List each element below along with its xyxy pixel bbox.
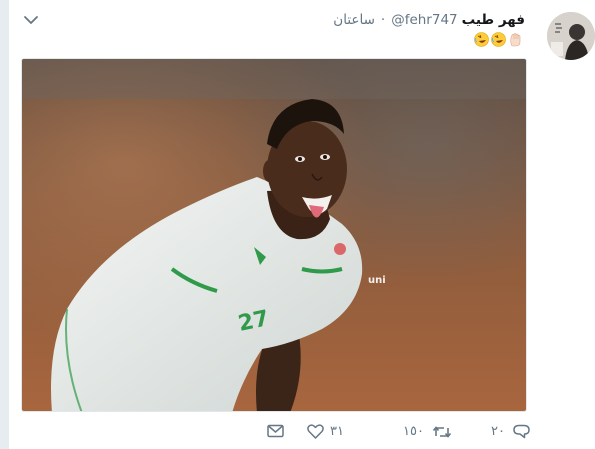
reply-icon xyxy=(513,424,530,439)
tweet-photo[interactable]: 27 uni xyxy=(21,58,527,412)
heart-icon xyxy=(307,424,324,439)
tweet-text xyxy=(474,30,523,48)
tweet-actions: ٣١ ١٥٠ ٢٠ xyxy=(267,424,537,444)
reply-button[interactable]: ٢٠ xyxy=(491,424,530,439)
tweet-card[interactable]: فهر طيب @fehr747 · ساعتان 27 uni ٣١ ١٥٠ … xyxy=(9,0,595,449)
left-rail xyxy=(0,0,9,449)
raised-hand-icon xyxy=(508,32,523,47)
user-handle[interactable]: @fehr747 xyxy=(391,12,457,28)
retweet-icon xyxy=(432,425,452,439)
timestamp[interactable]: ساعتان xyxy=(333,12,375,28)
envelope-icon xyxy=(267,424,284,438)
reply-count: ٢٠ xyxy=(491,424,505,439)
rolling-laughing-icon xyxy=(474,31,489,47)
chevron-down-icon[interactable] xyxy=(23,12,39,26)
like-count: ٣١ xyxy=(330,424,344,439)
like-button[interactable]: ٣١ xyxy=(307,424,350,439)
avatar[interactable] xyxy=(547,12,595,60)
message-button[interactable] xyxy=(267,424,284,438)
media-watermark: uni xyxy=(368,275,386,286)
retweet-button[interactable]: ١٥٠ xyxy=(403,424,452,439)
separator-dot: · xyxy=(380,12,386,28)
retweet-count: ١٥٠ xyxy=(403,424,424,439)
rolling-laughing-icon xyxy=(491,31,506,47)
tweet-header: فهر طيب @fehr747 · ساعتان xyxy=(333,10,525,30)
display-name[interactable]: فهر طيب xyxy=(462,12,525,28)
